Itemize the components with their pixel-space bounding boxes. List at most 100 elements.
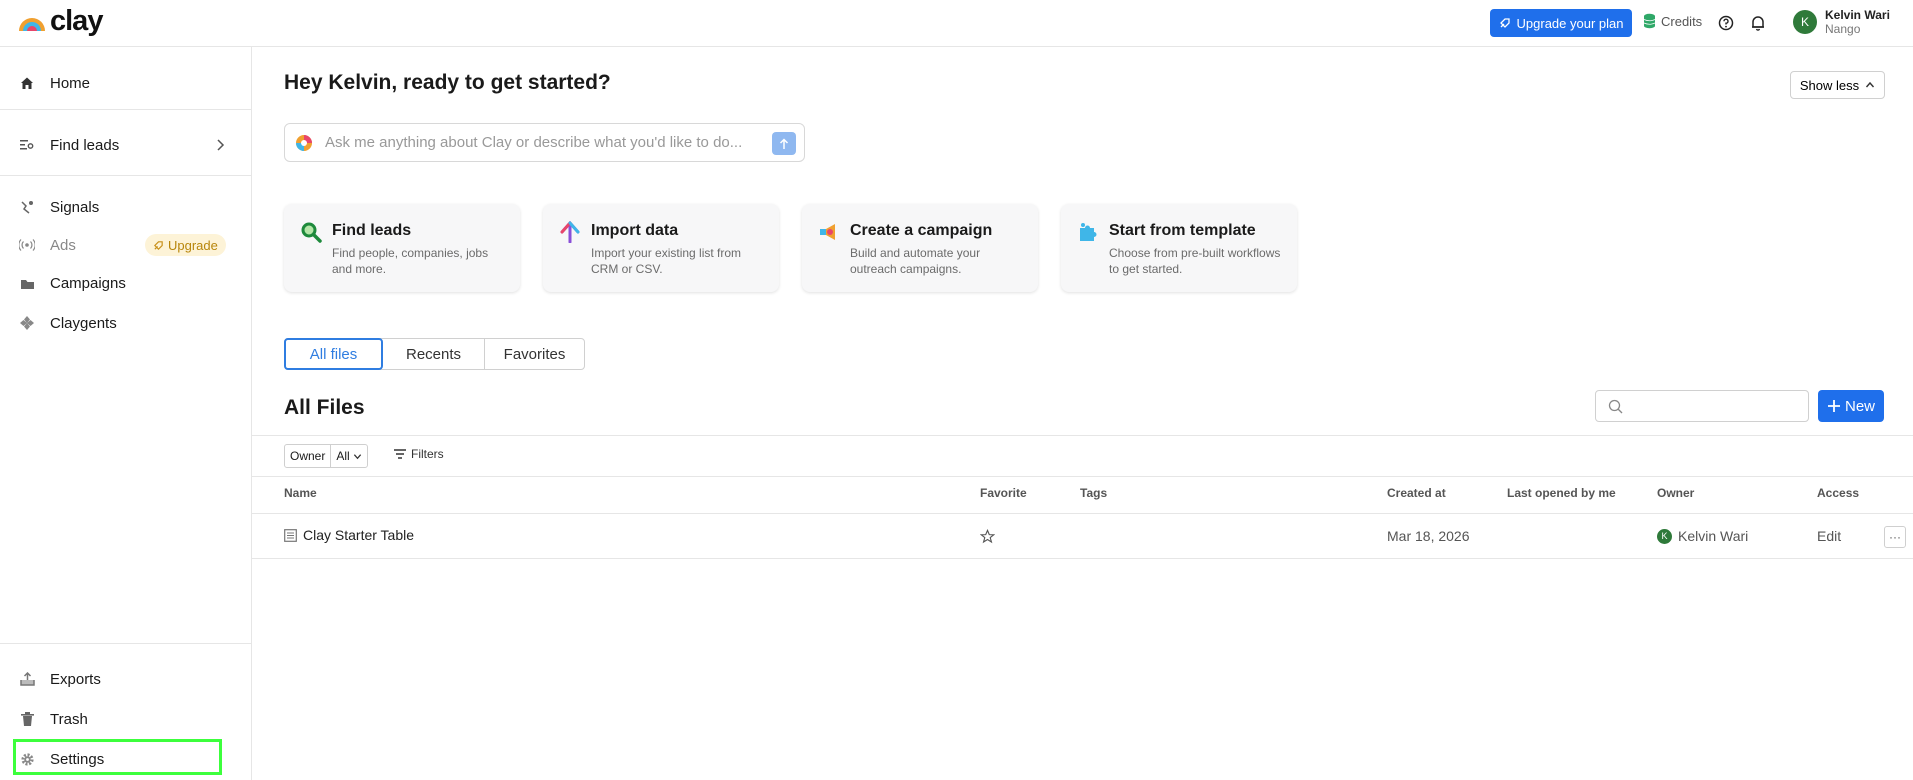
owner-filter-label: Owner	[290, 449, 326, 463]
broadcast-icon	[18, 236, 36, 254]
divider	[252, 476, 1913, 477]
sidebar-item-label: Home	[50, 74, 91, 92]
tab-favorites[interactable]: Favorites	[485, 339, 584, 369]
chevron-right-icon	[217, 139, 225, 151]
claygents-icon	[18, 314, 36, 332]
upgrade-badge-label: Upgrade	[168, 237, 218, 253]
column-header-favorite[interactable]: Favorite	[980, 486, 1027, 500]
import-arrow-icon	[560, 221, 580, 243]
show-less-button[interactable]: Show less	[1790, 71, 1885, 99]
access-cell: Edit	[1817, 528, 1842, 544]
exports-icon	[18, 670, 36, 688]
sidebar-item-label: Claygents	[50, 314, 117, 332]
brand-name: clay	[50, 5, 103, 37]
start-template-card[interactable]: Start from template Choose from pre-buil…	[1061, 204, 1297, 292]
arrow-up-icon	[779, 137, 789, 149]
table-row[interactable]: Clay Starter Table Mar 18, 2026 K Kelvin…	[252, 513, 1913, 559]
search-icon	[1608, 399, 1623, 414]
credits-icon	[1643, 13, 1656, 29]
row-more-button[interactable]: ···	[1884, 526, 1906, 548]
ask-input[interactable]	[325, 134, 755, 151]
import-data-card[interactable]: Import data Import your existing list fr…	[543, 204, 779, 292]
help-icon[interactable]	[1717, 14, 1735, 32]
top-bar: clay Upgrade your plan Credits K Kelvin …	[0, 0, 1913, 47]
show-less-label: Show less	[1799, 77, 1860, 93]
owner-name: Kelvin Wari	[1678, 528, 1749, 544]
credits-label: Credits	[1661, 13, 1703, 29]
file-tabs: All files Recents Favorites	[284, 338, 585, 370]
clay-logo[interactable]: clay	[17, 5, 103, 37]
filters-button[interactable]: Filters	[394, 447, 444, 461]
sidebar-item-label: Ads	[50, 236, 76, 254]
sidebar-item-label: Find leads	[50, 136, 120, 154]
card-description: Import your existing list from CRM or CS…	[591, 246, 742, 276]
card-title: Import data	[591, 222, 679, 239]
owner-filter-select[interactable]: All	[330, 445, 366, 467]
sidebar-item-claygents[interactable]: Claygents	[18, 309, 234, 337]
new-button[interactable]: New	[1818, 390, 1884, 422]
upgrade-plan-label: Upgrade your plan	[1516, 15, 1624, 31]
table-file-icon	[284, 528, 297, 542]
find-leads-card[interactable]: Find leads Find people, companies, jobs …	[284, 204, 520, 292]
filter-icon	[394, 449, 406, 459]
bell-icon[interactable]	[1749, 14, 1767, 32]
file-name: Clay Starter Table	[303, 527, 415, 543]
column-header-created-at[interactable]: Created at	[1387, 486, 1446, 500]
card-title: Create a campaign	[850, 222, 993, 239]
sidebar-item-signals[interactable]: Signals	[18, 193, 234, 221]
tab-recents[interactable]: Recents	[383, 339, 485, 369]
column-header-tags[interactable]: Tags	[1080, 486, 1107, 500]
search-input[interactable]	[1595, 390, 1809, 422]
divider	[0, 109, 252, 110]
page-title: Hey Kelvin, ready to get started?	[284, 71, 611, 94]
tab-all-files[interactable]: All files	[284, 338, 383, 370]
column-header-name[interactable]: Name	[284, 486, 317, 500]
clay-ai-icon	[296, 134, 312, 151]
user-org: Nango	[1825, 22, 1861, 36]
main-content: Hey Kelvin, ready to get started? Show l…	[252, 47, 1913, 780]
card-description: Build and automate your outreach campaig…	[850, 246, 981, 276]
settings-highlight-box	[13, 739, 222, 775]
column-header-owner[interactable]: Owner	[1657, 486, 1694, 500]
sidebar-item-trash[interactable]: Trash	[18, 705, 234, 733]
credits-button[interactable]: Credits	[1643, 13, 1702, 29]
upgrade-badge[interactable]: Upgrade	[145, 234, 226, 256]
chevron-up-icon	[1866, 81, 1875, 88]
divider	[0, 643, 252, 644]
trash-icon	[18, 710, 36, 728]
sidebar-item-find-leads[interactable]: Find leads	[18, 131, 234, 159]
card-description: Choose from pre-built workflows to get s…	[1109, 246, 1281, 276]
divider	[252, 435, 1913, 436]
avatar: K	[1657, 528, 1672, 544]
ask-box	[284, 123, 805, 162]
sidebar-item-home[interactable]: Home	[18, 69, 234, 97]
sidebar: Home Find leads Signals Ads Upgrade Camp…	[0, 47, 252, 780]
owner-filter-value: All	[336, 449, 350, 463]
chevron-down-icon	[353, 453, 361, 459]
card-description: Find people, companies, jobs and more.	[332, 246, 489, 276]
sidebar-item-ads[interactable]: Ads Upgrade	[18, 231, 234, 259]
created-at-cell: Mar 18, 2026	[1387, 528, 1470, 544]
section-title: All Files	[284, 396, 365, 419]
send-button[interactable]	[772, 132, 796, 155]
create-campaign-card[interactable]: Create a campaign Build and automate you…	[802, 204, 1038, 292]
rocket-icon	[153, 240, 163, 250]
owner-cell: K Kelvin Wari	[1657, 528, 1748, 544]
signals-icon	[18, 198, 36, 216]
find-leads-icon	[18, 136, 36, 154]
column-header-access[interactable]: Access	[1817, 486, 1859, 500]
upgrade-plan-button[interactable]: Upgrade your plan	[1490, 9, 1632, 37]
clay-logo-icon	[19, 18, 45, 31]
filters-label: Filters	[411, 447, 444, 461]
owner-filter[interactable]: Owner All	[284, 444, 368, 468]
user-menu[interactable]: K Kelvin Wari Nango	[1793, 8, 1890, 36]
sidebar-item-label: Exports	[50, 670, 101, 688]
file-name-cell[interactable]: Clay Starter Table	[284, 527, 414, 543]
sidebar-item-exports[interactable]: Exports	[18, 665, 234, 693]
column-header-last-opened[interactable]: Last opened by me	[1507, 486, 1616, 500]
star-icon[interactable]	[980, 529, 995, 544]
magnifier-icon	[301, 222, 322, 243]
sidebar-item-campaigns[interactable]: Campaigns	[18, 269, 234, 297]
avatar: K	[1793, 10, 1817, 34]
sidebar-item-label: Signals	[50, 198, 100, 216]
